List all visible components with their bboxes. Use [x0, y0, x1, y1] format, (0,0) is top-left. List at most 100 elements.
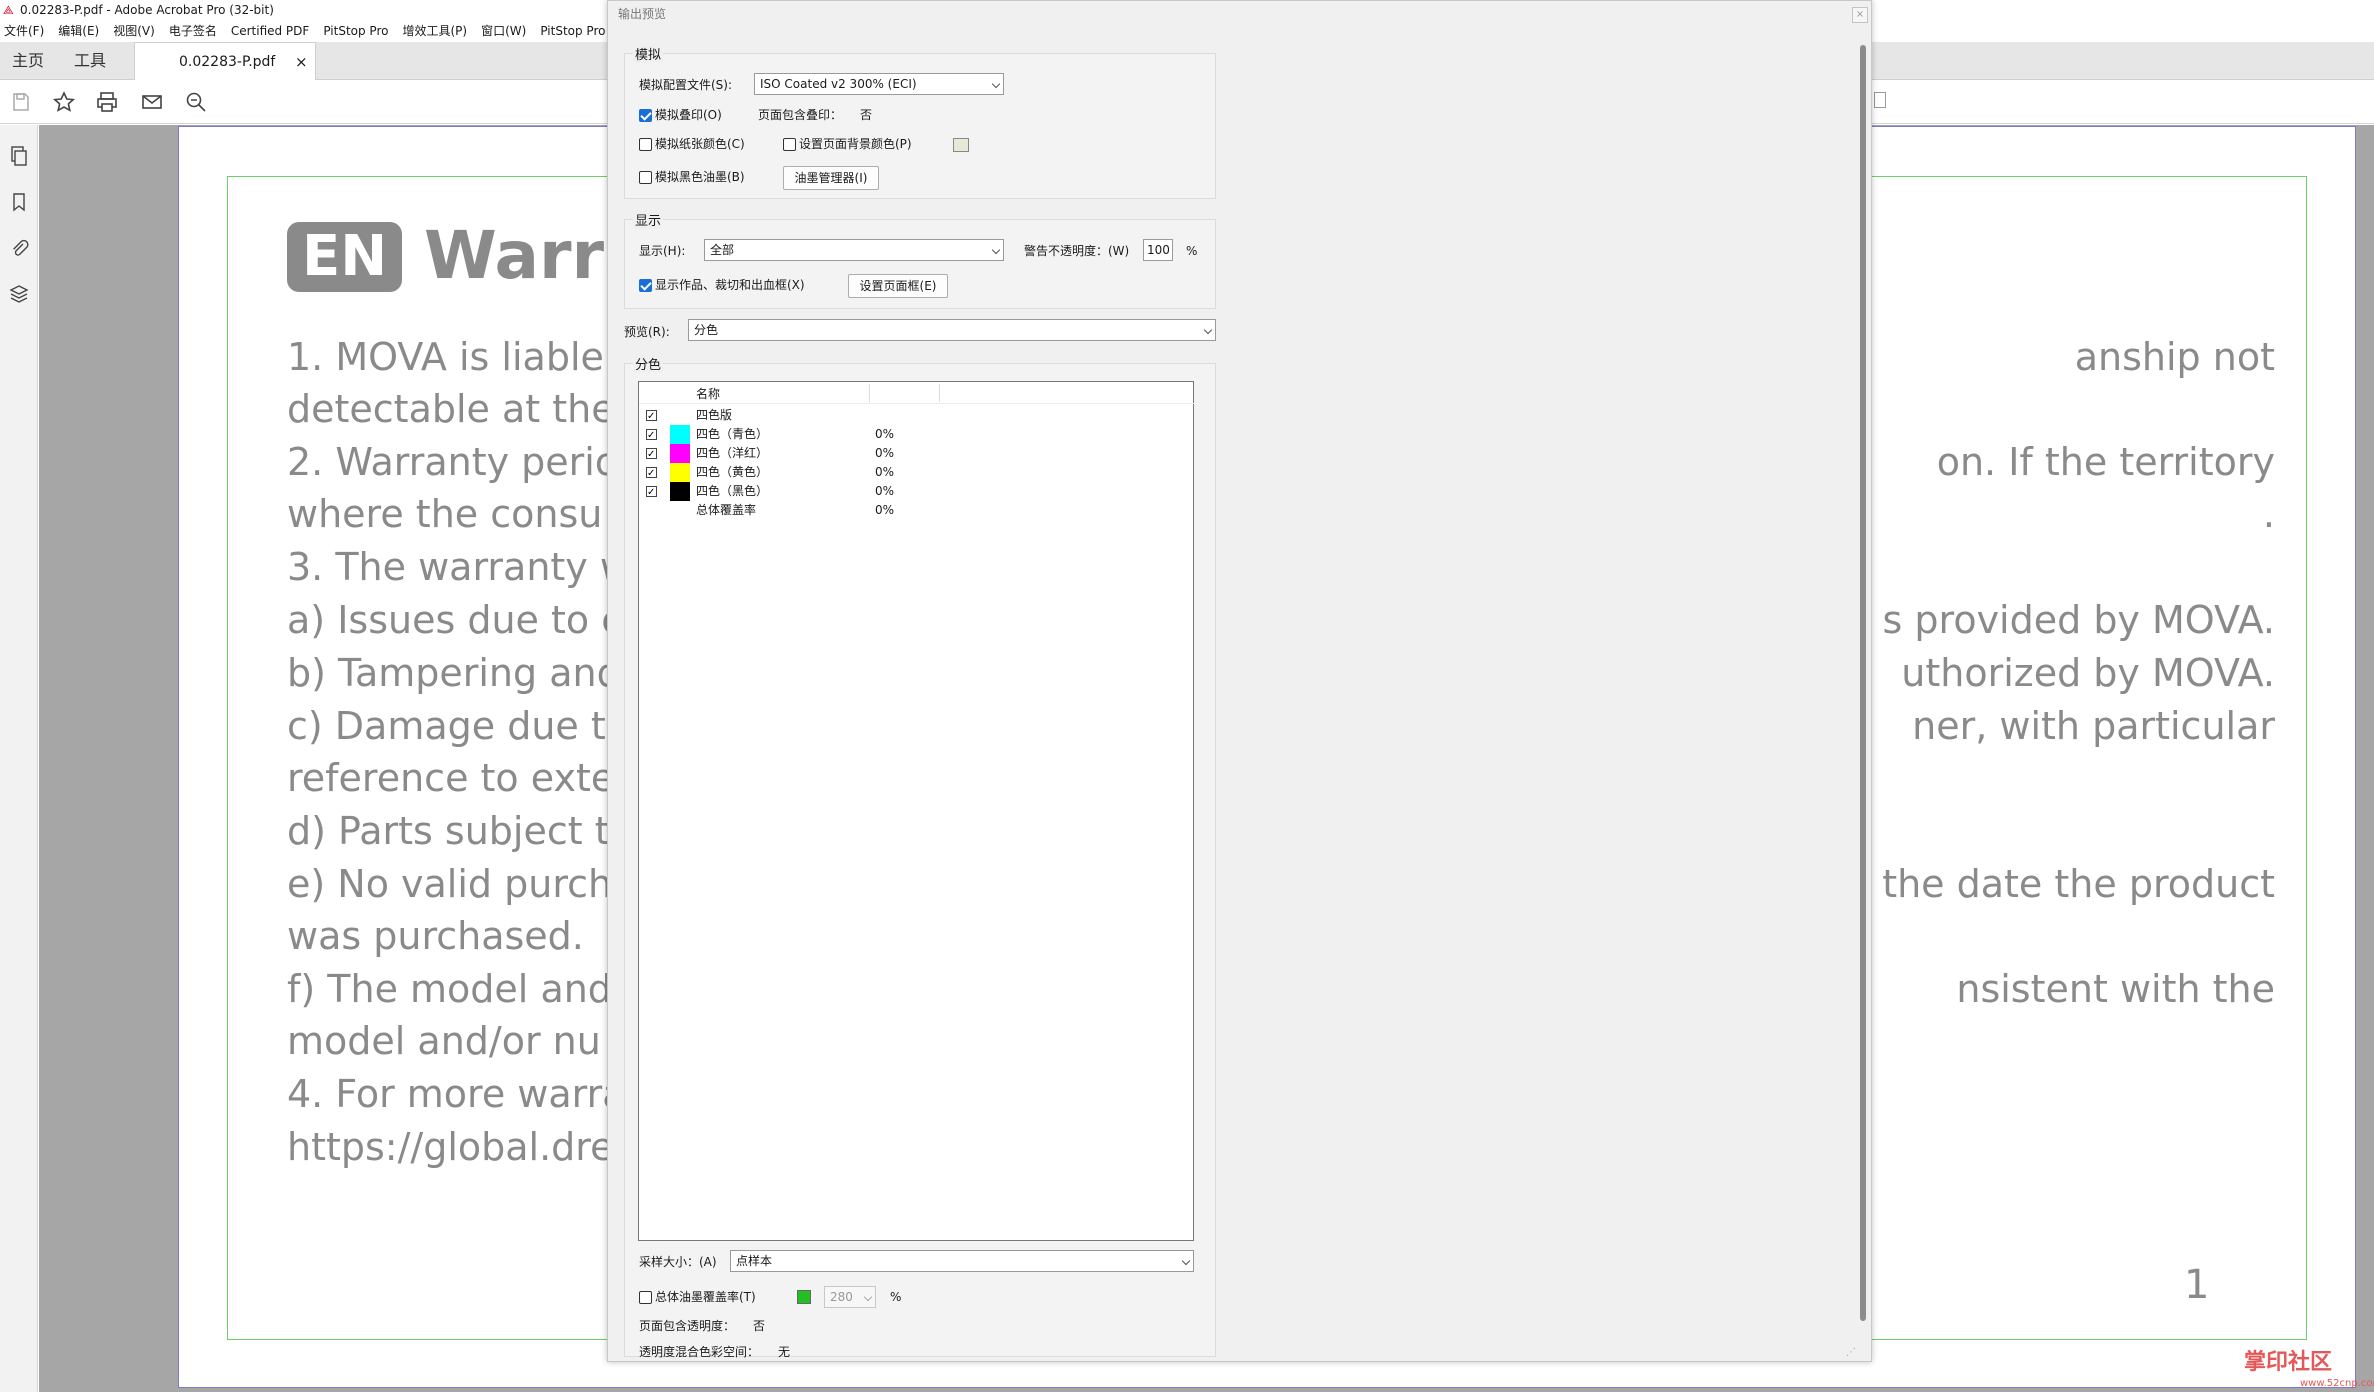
menu-pitstop[interactable]: PitStop Pro — [323, 20, 388, 42]
set-page-box-button[interactable]: 设置页面框(E) — [848, 274, 948, 298]
separation-color-swatch — [670, 425, 690, 444]
print-icon[interactable] — [95, 90, 119, 114]
document-line-fragment: ner, with particular — [1912, 704, 2275, 748]
separation-coverage: 0% — [875, 484, 895, 498]
toolbar-partial-icon[interactable] — [1874, 92, 1886, 108]
separation-row[interactable]: 四色（黄色） 0% — [639, 463, 1195, 483]
document-line: d) Parts subject t — [287, 809, 610, 853]
sample-size-label: 采样大小：(A) — [639, 1255, 717, 1269]
pages-thumbnail-icon[interactable] — [8, 145, 30, 167]
sample-size-select[interactable]: 点样本 — [730, 1250, 1194, 1272]
window-title: 0.02283-P.pdf - Adobe Acrobat Pro (32-bi… — [20, 3, 274, 17]
chevron-down-icon — [1181, 1256, 1191, 1266]
menu-view[interactable]: 视图(V) — [113, 20, 155, 42]
star-icon[interactable] — [52, 90, 76, 114]
preview-select[interactable]: 分色 — [688, 319, 1216, 341]
column-name-header[interactable]: 名称 — [696, 386, 720, 402]
document-line: 2. Warranty perio — [287, 440, 619, 484]
separation-color-swatch — [670, 482, 690, 501]
tab-document[interactable]: 0.02283-P.pdf × — [134, 42, 316, 81]
chevron-down-icon — [991, 245, 1001, 255]
document-line-fragment: uthorized by MOVA. — [1901, 651, 2275, 695]
set-page-background-label: 设置页面背景颜色(P) — [799, 137, 912, 151]
menu-window[interactable]: 窗口(W) — [481, 20, 526, 42]
simulate-overprint-checkbox[interactable] — [639, 109, 652, 122]
menu-file[interactable]: 文件(F) — [4, 20, 44, 42]
coverage-color-swatch[interactable] — [797, 1290, 811, 1304]
separation-checkbox[interactable] — [646, 464, 657, 483]
tab-home[interactable]: 主页 — [12, 42, 44, 80]
ink-manager-button[interactable]: 油墨管理器(I) — [783, 166, 879, 190]
separation-coverage: 0% — [875, 427, 895, 441]
show-label: 显示(H): — [639, 244, 686, 258]
separation-row[interactable]: 总体覆盖率 0% — [639, 501, 1195, 520]
layers-icon[interactable] — [8, 283, 30, 305]
document-line: was purchased. — [287, 914, 584, 958]
show-boxes-checkbox[interactable] — [639, 279, 652, 292]
separation-name: 四色（黑色） — [696, 484, 769, 498]
document-line: e) No valid purch — [287, 862, 613, 906]
warning-opacity-value: 100 — [1147, 243, 1170, 257]
separation-name: 四色（洋红） — [696, 446, 769, 460]
simulation-profile-select[interactable]: ISO Coated v2 300% (ECI) — [754, 73, 1004, 95]
document-line-fragment: s provided by MOVA. — [1882, 598, 2275, 642]
blend-space-label: 透明度混合色彩空间： — [639, 1345, 760, 1359]
simulation-profile-label: 模拟配置文件(S): — [639, 78, 733, 92]
document-line-fragment: anship not — [2074, 335, 2275, 379]
simulate-black-ink-checkbox[interactable] — [639, 171, 652, 184]
menu-plugins[interactable]: 增效工具(P) — [402, 20, 467, 42]
separation-checkbox[interactable] — [646, 407, 657, 426]
simulation-group-label: 模拟 — [633, 44, 664, 63]
separation-row[interactable]: 四色（青色） 0% — [639, 425, 1195, 445]
dialog-scrollbar[interactable] — [1860, 45, 1866, 1321]
menu-edit[interactable]: 编辑(E) — [58, 20, 99, 42]
background-color-swatch[interactable] — [953, 138, 969, 152]
separation-checkbox[interactable] — [646, 426, 657, 445]
resize-grip-icon[interactable]: ⋰ — [1846, 1347, 1856, 1358]
warning-opacity-label: 警告不透明度：(W) — [1024, 244, 1130, 258]
bookmark-icon[interactable] — [8, 191, 30, 213]
menu-esign[interactable]: 电子签名 — [169, 20, 217, 42]
page-overprint-value: 否 — [860, 108, 873, 122]
show-select[interactable]: 全部 — [704, 239, 1004, 261]
separation-row[interactable]: 四色（黑色） 0% — [639, 482, 1195, 502]
tab-tools[interactable]: 工具 — [74, 42, 106, 80]
document-line-fragment: on. If the territory — [1936, 440, 2275, 484]
attachment-icon[interactable] — [8, 237, 30, 259]
zoom-out-icon[interactable] — [184, 90, 208, 114]
document-line: f) The model and — [287, 967, 612, 1011]
close-tab-icon[interactable]: × — [295, 43, 308, 81]
navigation-pane — [0, 125, 38, 1392]
sample-size-value: 点样本 — [736, 1254, 773, 1268]
total-coverage-label: 总体油墨覆盖率(T) — [655, 1290, 756, 1304]
output-preview-dialog: 输出预览 × 模拟 模拟配置文件(S): ISO Coated v2 300% … — [607, 0, 1872, 1362]
email-icon[interactable] — [140, 90, 164, 114]
separation-coverage: 0% — [875, 446, 895, 460]
set-page-background-checkbox[interactable] — [783, 138, 796, 151]
document-line-fragment: nsistent with the — [1956, 967, 2275, 1011]
total-coverage-select[interactable]: 280 — [824, 1286, 876, 1308]
document-line: 1. MOVA is liable — [287, 335, 604, 379]
total-coverage-percent: % — [890, 1290, 902, 1304]
document-line: c) Damage due t — [287, 704, 606, 748]
separation-checkbox[interactable] — [646, 483, 657, 502]
separation-row[interactable]: 四色（洋红） 0% — [639, 444, 1195, 464]
blend-space-value: 无 — [778, 1345, 791, 1359]
separation-name: 总体覆盖率 — [696, 503, 757, 517]
display-group-label: 显示 — [633, 210, 664, 229]
menu-certified-pdf[interactable]: Certified PDF — [231, 20, 310, 42]
column-divider — [939, 384, 940, 402]
separation-row[interactable]: 四色版 — [639, 406, 1195, 426]
warning-opacity-input[interactable]: 100 — [1143, 239, 1173, 261]
total-coverage-checkbox[interactable] — [639, 1291, 652, 1304]
dialog-title: 输出预览 — [618, 7, 667, 21]
separation-checkbox[interactable] — [646, 445, 657, 464]
document-line: 4. For more warrar — [287, 1072, 642, 1116]
separations-list[interactable]: 名称 四色版四色（青色）0%四色（洋红）0%四色（黄色）0%四色（黑色）0%总体… — [638, 381, 1195, 1241]
save-icon[interactable] — [9, 90, 33, 114]
close-dialog-icon[interactable]: × — [1852, 7, 1868, 23]
page-overprint-label: 页面包含叠印： — [758, 108, 843, 122]
simulate-paper-color-checkbox[interactable] — [639, 138, 652, 151]
separation-color-swatch — [670, 444, 690, 463]
simulate-paper-color-label: 模拟纸张颜色(C) — [655, 137, 745, 151]
